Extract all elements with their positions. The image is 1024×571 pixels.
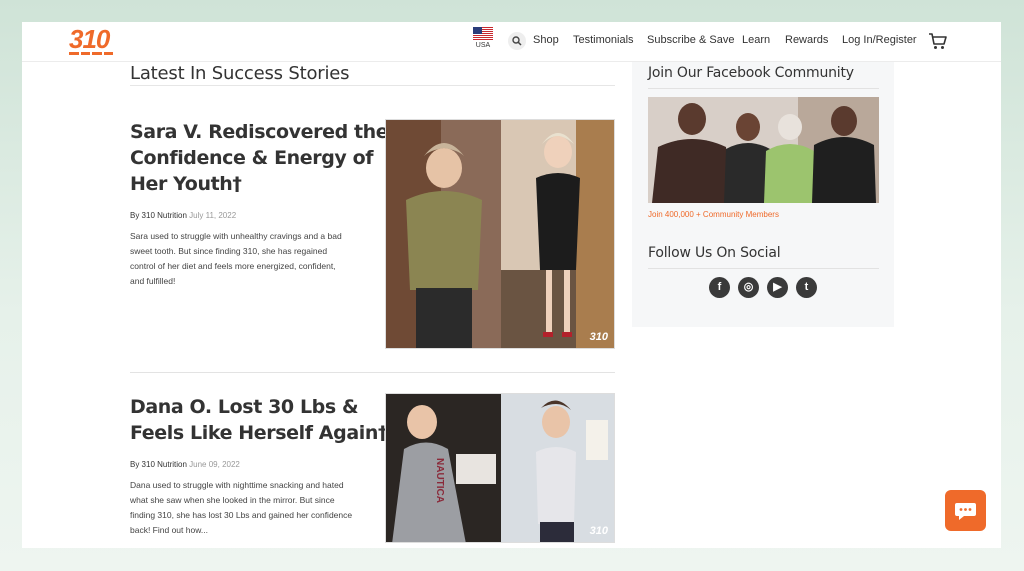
youtube-icon[interactable]: ▶ [767,277,788,298]
excerpt-line: what she saw when she looked in the mirr… [130,495,335,505]
twitter-icon[interactable]: t [796,277,817,298]
story-title-line: Sara V. Rediscovered the [130,121,389,143]
social-title: Follow Us On Social [648,245,781,261]
cart-icon[interactable] [928,31,948,51]
chat-button[interactable] [945,490,986,531]
photo-brand-badge: 310 [589,331,608,343]
region-selector[interactable]: USA [471,27,495,49]
before-after-photo [386,120,614,348]
story-title-line: Dana O. Lost 30 Lbs & [130,396,359,418]
story-date: June 09, 2022 [189,460,240,469]
sidebar-divider [648,88,879,89]
excerpt-line: and fulfilled! [130,276,176,286]
before-after-photo [386,394,614,542]
community-image [648,97,879,203]
photo-brand-badge: 310 [589,525,608,537]
story-excerpt: Dana used to struggle with nighttime sna… [130,478,352,538]
excerpt-line: Sara used to struggle with unhealthy cra… [130,231,342,241]
browser-viewport: 310 USA Shop Testimonials Subscribe & Sa… [22,22,1001,548]
sidebar: Join Our Facebook Community Join 400,000… [632,62,894,327]
story-byline: By 310 Nutrition June 09, 2022 [130,460,240,469]
chat-icon [955,503,976,520]
search-button[interactable] [508,32,526,50]
facebook-icon[interactable]: f [709,277,730,298]
story-title[interactable]: Dana O. Lost 30 Lbs & Feels Like Herself… [130,394,387,446]
logo-text: 310 [69,24,110,54]
story-excerpt: Sara used to struggle with unhealthy cra… [130,229,342,289]
section-divider [130,85,615,86]
community-members-link[interactable]: Join 400,000 + Community Members [648,210,779,219]
story-title[interactable]: Sara V. Rediscovered the Confidence & En… [130,119,389,197]
story-date: July 11, 2022 [189,211,237,220]
excerpt-line: Dana used to struggle with nighttime sna… [130,480,344,490]
nav-login-register[interactable]: Log In/Register [842,34,917,46]
us-flag-icon [473,27,493,40]
region-label: USA [475,42,491,49]
search-icon [512,36,522,46]
excerpt-line: control of her diet and feels more energ… [130,261,336,271]
logo-bars [69,52,113,55]
instagram-icon[interactable]: ◎ [738,277,759,298]
site-header: 310 USA Shop Testimonials Subscribe & Sa… [22,22,1001,62]
excerpt-line: finding 310, she has lost 30 Lbs and gai… [130,510,353,520]
story-author[interactable]: By 310 Nutrition [130,211,187,220]
story-photo[interactable]: 310 [385,119,615,349]
sidebar-divider [648,268,879,269]
excerpt-line: back! Find out how... [130,525,208,535]
story-divider [130,372,615,373]
story-title-line: Her Youth† [130,173,242,195]
story-title-line: Confidence & Energy of [130,147,374,169]
section-title: Latest In Success Stories [130,63,350,84]
story-byline: By 310 Nutrition July 11, 2022 [130,211,236,220]
community-photo[interactable] [648,97,879,203]
nav-testimonials[interactable]: Testimonials [573,34,634,46]
nav-subscribe-save[interactable]: Subscribe & Save [647,34,734,46]
story-photo[interactable]: NAUTICA 310 [385,393,615,543]
site-logo[interactable]: 310 [69,26,119,56]
nav-shop[interactable]: Shop [533,34,559,46]
community-title: Join Our Facebook Community [648,65,854,81]
story-author[interactable]: By 310 Nutrition [130,460,187,469]
nav-rewards[interactable]: Rewards [785,34,828,46]
shirt-print-text: NAUTICA [434,458,445,503]
story-title-line: Feels Like Herself Again† [130,422,388,444]
social-links: f ◎ ▶ t [709,277,817,298]
excerpt-line: sweet tooth. But since finding 310, she … [130,246,328,256]
nav-learn[interactable]: Learn [742,34,770,46]
